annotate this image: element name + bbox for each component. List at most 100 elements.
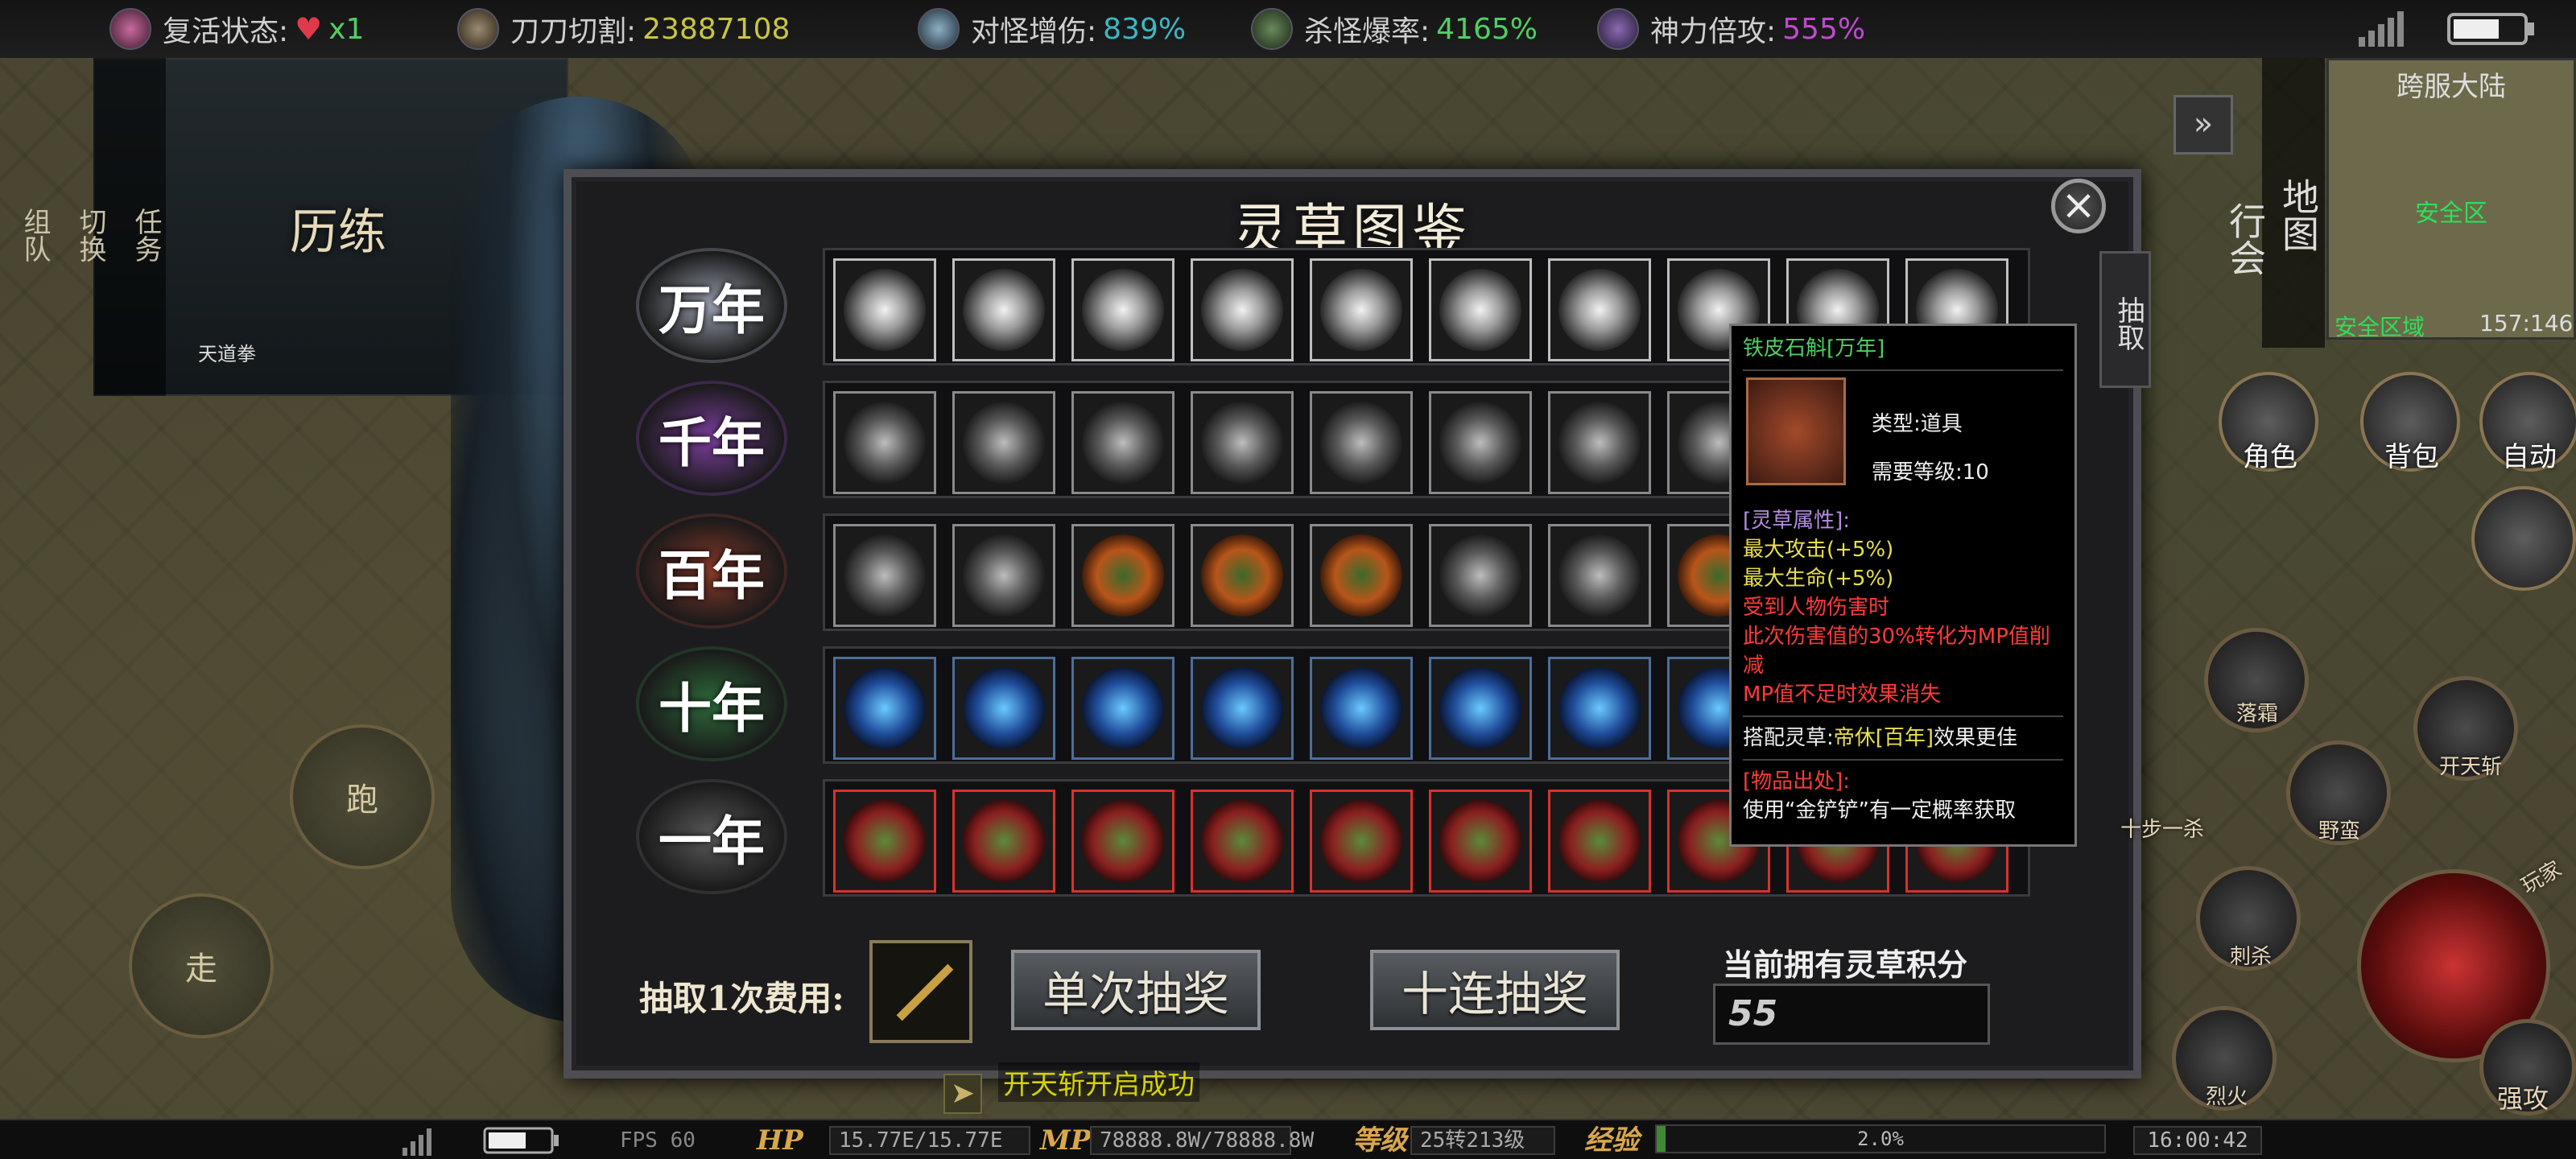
single-draw-button[interactable]: 单次抽奖 bbox=[1011, 950, 1261, 1030]
tooltip-attr-2: 最大生命(+5%) bbox=[1743, 567, 1894, 591]
age-badge: 万年 bbox=[639, 251, 784, 360]
herb-slot[interactable] bbox=[1429, 258, 1532, 361]
run-button[interactable]: 跑 bbox=[290, 724, 435, 869]
age-badge: 千年 bbox=[639, 384, 784, 493]
skill-name-label: 天道拳 bbox=[198, 343, 256, 365]
herb-slot[interactable] bbox=[1429, 657, 1532, 760]
monster-damage-label: 对怪增伤: bbox=[971, 15, 1097, 48]
blade-label: 刀刀切割: bbox=[510, 15, 637, 48]
drop-rate-stat: 杀怪爆率: 4165% bbox=[1251, 0, 1538, 58]
herb-icon bbox=[1201, 534, 1283, 617]
tab-guild[interactable]: 行会 bbox=[2219, 130, 2272, 348]
herb-icon bbox=[1439, 534, 1521, 617]
herb-slot[interactable] bbox=[952, 524, 1055, 627]
close-icon: × bbox=[2061, 181, 2096, 229]
divider bbox=[1743, 369, 2063, 371]
herb-icon bbox=[1201, 800, 1283, 882]
herb-icon bbox=[1439, 402, 1521, 484]
herb-slot[interactable] bbox=[1548, 790, 1651, 893]
character-label: 角色 bbox=[2243, 441, 2297, 473]
herb-slot[interactable] bbox=[833, 391, 936, 494]
herb-slot[interactable] bbox=[1071, 391, 1174, 494]
skill-ten-step-label: 十步一杀 bbox=[2120, 818, 2205, 842]
herb-icon bbox=[963, 800, 1045, 882]
herb-icon bbox=[1558, 534, 1641, 617]
herb-icon bbox=[1201, 402, 1283, 484]
tab-task[interactable]: 任务 bbox=[126, 208, 166, 262]
herb-slot[interactable] bbox=[1429, 391, 1532, 494]
herb-icon bbox=[1082, 269, 1164, 351]
dpad-icon[interactable] bbox=[2471, 486, 2576, 591]
herb-icon bbox=[1201, 667, 1283, 749]
top-status-bar: 复活状态: ♥ x1 刀刀切割: 23887108 对怪增伤: 839% 杀怪爆… bbox=[0, 0, 2576, 58]
herb-slot[interactable] bbox=[952, 790, 1055, 893]
herb-slot[interactable] bbox=[1548, 657, 1651, 760]
herb-icon bbox=[1320, 667, 1402, 749]
draw-side-tab[interactable]: 抽取 bbox=[2099, 251, 2151, 388]
tooltip-type: 类型:道具 bbox=[1872, 412, 1963, 436]
map-guild-tabs: 地图 行会 bbox=[2223, 58, 2325, 348]
points-value: 55 bbox=[1713, 984, 1990, 1045]
herb-icon bbox=[1082, 534, 1164, 617]
herb-slot[interactable] bbox=[1310, 391, 1413, 494]
lotus-icon bbox=[109, 8, 151, 50]
herb-icon bbox=[1320, 402, 1402, 484]
points-label: 当前拥有灵草积分 bbox=[1723, 947, 1968, 983]
collapse-arrow-icon[interactable]: » bbox=[2174, 95, 2233, 155]
herb-slot[interactable] bbox=[833, 524, 936, 627]
herb-slot[interactable] bbox=[833, 258, 936, 361]
herb-slot[interactable] bbox=[1191, 790, 1294, 893]
tab-team[interactable]: 组队 bbox=[15, 208, 55, 262]
bag-label: 背包 bbox=[2384, 441, 2439, 473]
herb-slot[interactable] bbox=[833, 657, 936, 760]
herb-slot[interactable] bbox=[1191, 391, 1294, 494]
herb-slot[interactable] bbox=[1071, 524, 1174, 627]
herb-slot[interactable] bbox=[952, 657, 1055, 760]
herb-slot[interactable] bbox=[952, 391, 1055, 494]
age-badge: 百年 bbox=[639, 517, 784, 625]
herb-slot[interactable] bbox=[1071, 258, 1174, 361]
herb-slot[interactable] bbox=[952, 258, 1055, 361]
herb-slot[interactable] bbox=[1429, 790, 1532, 893]
exp-bar: 2.0% bbox=[1655, 1124, 2106, 1153]
herb-slot[interactable] bbox=[1310, 790, 1413, 893]
tooltip-combo: 搭配灵草:帝休[百年]效果更佳 bbox=[1743, 724, 2063, 753]
herb-slot[interactable] bbox=[1548, 391, 1651, 494]
herb-slot[interactable] bbox=[1548, 258, 1651, 361]
drop-rate-label: 杀怪爆率: bbox=[1304, 15, 1430, 48]
chat-expand-icon[interactable]: ➤ bbox=[943, 1074, 982, 1114]
drop-rate-value: 4165% bbox=[1436, 12, 1538, 46]
herb-icon bbox=[1320, 534, 1402, 617]
herb-icon bbox=[1439, 269, 1521, 351]
combo-prefix: 搭配灵草: bbox=[1743, 726, 1834, 750]
herb-slot[interactable] bbox=[1071, 657, 1174, 760]
cost-label: 抽取1次费用: bbox=[639, 979, 844, 1018]
ten-draw-button[interactable]: 十连抽奖 bbox=[1370, 950, 1620, 1030]
tooltip-attr-3: 受到人物伤害时 bbox=[1743, 596, 1890, 620]
combo-suffix: 效果更佳 bbox=[1934, 726, 2018, 750]
herb-slot[interactable] bbox=[1310, 524, 1413, 627]
herb-slot[interactable] bbox=[1548, 524, 1651, 627]
herb-slot[interactable] bbox=[1071, 790, 1174, 893]
close-button[interactable]: × bbox=[2051, 179, 2106, 233]
walk-button[interactable]: 走 bbox=[129, 893, 274, 1038]
tooltip-header: 类型:道具 需要等级:10 bbox=[1743, 377, 2063, 506]
herb-slot[interactable] bbox=[1191, 524, 1294, 627]
herb-slot[interactable] bbox=[1191, 258, 1294, 361]
exp-value: 2.0% bbox=[1857, 1128, 1904, 1150]
tooltip-attr-1: 最大攻击(+5%) bbox=[1743, 538, 1894, 562]
herb-icon bbox=[1082, 667, 1164, 749]
herb-slot[interactable] bbox=[1429, 524, 1532, 627]
herb-slot[interactable] bbox=[1310, 258, 1413, 361]
tab-map[interactable]: 地图 bbox=[2272, 82, 2325, 348]
tab-switch[interactable]: 切换 bbox=[71, 208, 110, 262]
herb-slot[interactable] bbox=[1310, 657, 1413, 760]
tooltip-level: 需要等级:10 bbox=[1872, 460, 1989, 485]
herb-slot[interactable] bbox=[833, 790, 936, 893]
herb-slot[interactable] bbox=[1191, 657, 1294, 760]
herb-icon bbox=[1439, 667, 1521, 749]
coordinates: 157:146 bbox=[2479, 310, 2574, 336]
god-power-stat: 神力倍攻: 555% bbox=[1597, 0, 1865, 58]
herb-icon bbox=[963, 269, 1045, 351]
battery-icon bbox=[2447, 13, 2534, 45]
